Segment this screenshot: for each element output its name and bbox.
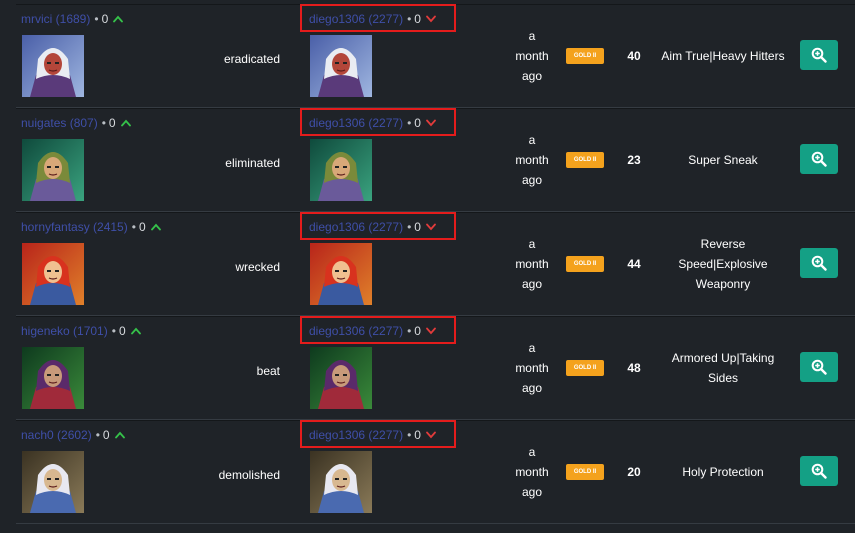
attacker-info: higeneko (1701) • 0: [21, 324, 141, 338]
battle-time: a month ago: [512, 26, 552, 86]
level-value: 23: [627, 153, 641, 167]
perk-line: Holy Protection: [682, 465, 764, 479]
perks-list: Aim True|Heavy Hitters: [658, 46, 788, 66]
attacker-name-link[interactable]: nuigates (807): [21, 116, 98, 130]
attacker-score: 0: [101, 12, 109, 26]
perks-list: Super Sneak: [658, 150, 788, 170]
attacker-score: 0: [138, 220, 146, 234]
view-battle-button[interactable]: [800, 456, 838, 486]
arrow-up-icon: [120, 119, 131, 127]
rank-badge: GOLD II: [566, 360, 604, 376]
battle-time: a month ago: [512, 442, 552, 502]
separator-dot: •: [101, 116, 106, 130]
separator-dot: •: [131, 220, 136, 234]
arrow-up-icon: [113, 15, 124, 23]
rank-badge: GOLD II: [566, 464, 604, 480]
level-value: 44: [627, 257, 641, 271]
defender-avatar[interactable]: [310, 35, 372, 97]
battle-verb: eliminated: [225, 156, 280, 170]
attacker-info: mrvici (1689) • 0: [21, 12, 124, 26]
defender-highlight-box: [300, 420, 456, 448]
perk-line: Speed|Explosive: [678, 257, 768, 271]
time-line: month: [515, 153, 549, 167]
attacker-name-link[interactable]: hornyfantasy (2415): [21, 220, 128, 234]
time-line: month: [515, 465, 549, 479]
time-line: month: [515, 49, 549, 63]
zoom-in-icon: [811, 463, 827, 479]
rank-badge: GOLD II: [566, 152, 604, 168]
time-line: month: [515, 361, 549, 375]
perks-list: Reverse Speed|Explosive Weaponry: [658, 234, 788, 294]
view-battle-button[interactable]: [800, 40, 838, 70]
battle-time: a month ago: [512, 234, 552, 294]
perk-line: Weaponry: [695, 277, 751, 291]
time-line: ago: [521, 69, 543, 83]
rank-badge: GOLD II: [566, 256, 604, 272]
perk-line: Sides: [707, 371, 739, 385]
separator-dot: •: [111, 324, 116, 338]
zoom-in-icon: [811, 151, 827, 167]
view-battle-button[interactable]: [800, 352, 838, 382]
attacker-info: nuigates (807) • 0: [21, 116, 131, 130]
time-line: ago: [521, 277, 543, 291]
time-line: month: [515, 257, 549, 271]
attacker-avatar[interactable]: [22, 35, 84, 97]
rank-badge: GOLD II: [566, 48, 604, 64]
battle-time: a month ago: [512, 130, 552, 190]
attacker-info: hornyfantasy (2415) • 0: [21, 220, 161, 234]
battle-verb: wrecked: [235, 260, 280, 274]
attacker-avatar[interactable]: [22, 451, 84, 513]
perk-line: Armored Up|Taking: [671, 351, 775, 365]
arrow-up-icon: [114, 431, 125, 439]
battle-time: a month ago: [512, 338, 552, 398]
attacker-avatar[interactable]: [22, 243, 84, 305]
defender-highlight-box: [300, 108, 456, 136]
battle-verb: eradicated: [223, 52, 280, 66]
attacker-name-link[interactable]: nach0 (2602): [21, 428, 92, 442]
attacker-info: nach0 (2602) • 0: [21, 428, 125, 442]
defender-avatar[interactable]: [310, 243, 372, 305]
level-value: 20: [627, 465, 641, 479]
battle-verb: demolished: [218, 468, 280, 482]
attacker-avatar[interactable]: [22, 139, 84, 201]
attacker-name-link[interactable]: mrvici (1689): [21, 12, 90, 26]
battle-verb: beat: [256, 364, 280, 378]
time-line: a: [528, 237, 536, 251]
zoom-in-icon: [811, 359, 827, 375]
attacker-avatar[interactable]: [22, 347, 84, 409]
defender-highlight-box: [300, 4, 456, 32]
defender-avatar[interactable]: [310, 451, 372, 513]
perks-list: Armored Up|Taking Sides: [658, 348, 788, 388]
time-line: a: [528, 341, 536, 355]
separator-dot: •: [95, 428, 100, 442]
zoom-in-icon: [811, 47, 827, 63]
time-line: a: [528, 133, 536, 147]
time-line: ago: [521, 485, 543, 499]
level-value: 40: [627, 49, 641, 63]
defender-avatar[interactable]: [310, 347, 372, 409]
perks-list: Holy Protection: [658, 462, 788, 482]
view-battle-button[interactable]: [800, 144, 838, 174]
defender-avatar[interactable]: [310, 139, 372, 201]
perk-line: Aim True|Heavy Hitters: [661, 49, 785, 63]
separator-dot: •: [94, 12, 99, 26]
view-battle-button[interactable]: [800, 248, 838, 278]
time-line: a: [528, 29, 536, 43]
perk-line: Reverse: [700, 237, 746, 251]
attacker-score: 0: [108, 116, 116, 130]
attacker-score: 0: [118, 324, 126, 338]
attacker-score: 0: [102, 428, 110, 442]
level-value: 48: [627, 361, 641, 375]
time-line: ago: [521, 381, 543, 395]
defender-highlight-box: [300, 212, 456, 240]
zoom-in-icon: [811, 255, 827, 271]
time-line: a: [528, 445, 536, 459]
perk-line: Super Sneak: [688, 153, 758, 167]
arrow-up-icon: [150, 223, 161, 231]
time-line: ago: [521, 173, 543, 187]
arrow-up-icon: [130, 327, 141, 335]
attacker-name-link[interactable]: higeneko (1701): [21, 324, 108, 338]
defender-highlight-box: [300, 316, 456, 344]
